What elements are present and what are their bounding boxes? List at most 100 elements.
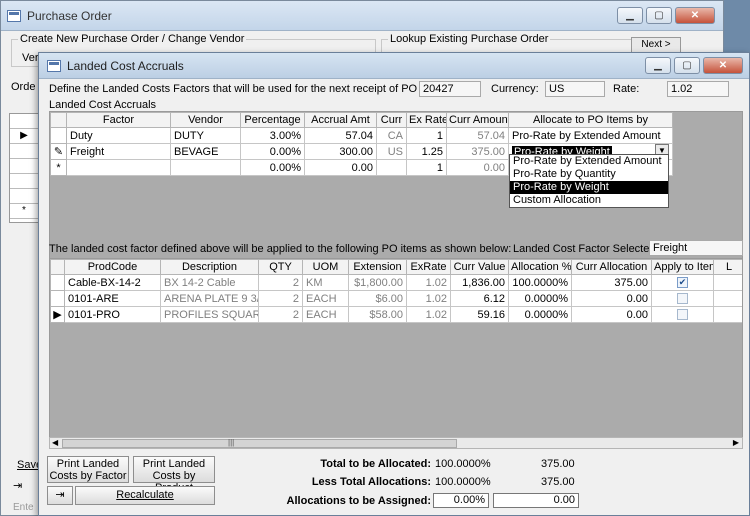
vendor-field[interactable]: Ver (22, 52, 39, 64)
minimize-icon[interactable]: ▁ (645, 57, 671, 74)
row-selector[interactable] (50, 274, 65, 291)
col-percentage[interactable]: Percentage (240, 112, 305, 128)
col-curr-value[interactable]: Curr Value (450, 259, 509, 275)
dropdown-option[interactable]: Custom Allocation (510, 194, 668, 207)
col-uom[interactable]: UOM (302, 259, 349, 275)
po-grid-marker[interactable] (10, 189, 38, 204)
col-l[interactable]: L (713, 259, 742, 275)
table-row[interactable]: Duty DUTY 3.00% 57.04 CA 1 57.04 Pro-Rat… (50, 127, 673, 144)
scrollbar-grip-icon: ||| (228, 438, 235, 447)
print-by-product-button[interactable]: Print Landed Costs by Product (133, 456, 215, 494)
po-grid-marker[interactable] (10, 174, 38, 189)
next-button[interactable]: Next > (631, 37, 681, 53)
percentage-cell[interactable]: 3.00% (240, 127, 305, 144)
col-qty[interactable]: QTY (258, 259, 303, 275)
col-extension[interactable]: Extension (348, 259, 407, 275)
po-grid-marker[interactable] (10, 114, 38, 129)
apply-checkbox-cell[interactable] (651, 306, 714, 323)
define-text: Define the Landed Costs Factors that wil… (49, 83, 463, 95)
ex-rate-cell[interactable]: 1 (406, 159, 447, 176)
po-grid-marker[interactable]: * (10, 204, 38, 219)
apply-checkbox-checked[interactable]: ✔ (677, 277, 688, 289)
apply-checkbox-cell[interactable]: ✔ (651, 274, 714, 291)
less-label: Less Total Allocations: (311, 476, 431, 488)
apply-checkbox[interactable] (677, 309, 688, 321)
curr-value-cell: 6.12 (450, 290, 509, 307)
vendor-cell[interactable]: DUTY (170, 127, 241, 144)
col-allocate[interactable]: Allocate to PO Items by (508, 112, 673, 128)
enter-field[interactable]: Ente (13, 502, 34, 513)
scrollbar-thumb[interactable] (62, 439, 457, 448)
l-cell (713, 274, 742, 291)
prodcode-cell: 0101-ARE (64, 290, 161, 307)
col-exrate[interactable]: ExRate (406, 259, 451, 275)
apply-checkbox[interactable] (677, 293, 688, 305)
dropdown-option-selected[interactable]: Pro-Rate by Weight (510, 181, 668, 194)
accrual-amt-cell[interactable]: 0.00 (304, 159, 377, 176)
table-row[interactable]: Cable-BX-14-2 BX 14-2 Cable 2 KM $1,800.… (50, 274, 742, 291)
scroll-left-icon[interactable]: ◀ (52, 438, 58, 447)
percentage-cell[interactable]: 0.00% (240, 159, 305, 176)
total-label: Total to be Allocated: (320, 458, 431, 470)
exit-icon[interactable]: ⇥ (47, 486, 73, 505)
accrual-amt-cell[interactable]: 57.04 (304, 127, 377, 144)
factor-cell[interactable]: Freight (66, 143, 171, 160)
table-row-current[interactable]: ▶ 0101-PRO PROFILES SQUARE PL 2 EACH $58… (50, 306, 742, 323)
rate-label: Rate: (613, 83, 640, 95)
table-row[interactable]: 0101-ARE ARENA PLATE 9 3/8" 2 EACH $6.00… (50, 290, 742, 307)
col-curr-allocation[interactable]: Curr Allocation (571, 259, 652, 275)
allocate-cell[interactable]: Pro-Rate by Extended Amount (508, 127, 673, 144)
exit-icon[interactable]: ⇥ (13, 479, 33, 495)
col-curr[interactable]: Curr (376, 112, 407, 128)
factor-selected-field: Freight (649, 240, 743, 256)
uom-cell: KM (302, 274, 349, 291)
factor-cell[interactable] (66, 159, 171, 176)
accrual-amt-cell[interactable]: 300.00 (304, 143, 377, 160)
extension-cell: $1,800.00 (348, 274, 407, 291)
vendor-cell[interactable]: BEVAGE (170, 143, 241, 160)
po-grid-marker[interactable] (10, 159, 38, 174)
close-icon[interactable]: ✕ (675, 7, 715, 24)
col-accrual-amt[interactable]: Accrual Amt (304, 112, 377, 128)
description-cell: BX 14-2 Cable (160, 274, 259, 291)
col-factor[interactable]: Factor (66, 112, 171, 128)
recalculate-button[interactable]: Recalculate (75, 486, 215, 505)
po-grid-marker[interactable]: ▶ (10, 129, 38, 144)
lookup-po-label: Lookup Existing Purchase Order (388, 33, 551, 45)
col-prodcode[interactable]: ProdCode (64, 259, 161, 275)
current-row-arrow-icon[interactable]: ▶ (50, 306, 65, 323)
curr-cell[interactable]: CA (376, 127, 407, 144)
scroll-right-icon[interactable]: ▶ (733, 438, 739, 447)
vendor-cell[interactable] (170, 159, 241, 176)
percentage-cell[interactable]: 0.00% (240, 143, 305, 160)
edit-pencil-icon[interactable]: ✎ (50, 143, 67, 160)
curr-cell[interactable]: US (376, 143, 407, 160)
ex-rate-cell[interactable]: 1.25 (406, 143, 447, 160)
col-apply[interactable]: Apply to Item? (651, 259, 714, 275)
col-allocation-pct[interactable]: Allocation % (508, 259, 572, 275)
col-vendor[interactable]: Vendor (170, 112, 241, 128)
print-by-factor-button[interactable]: Print Landed Costs by Factor (47, 456, 129, 483)
factor-cell[interactable]: Duty (66, 127, 171, 144)
col-ex-rate[interactable]: Ex Rate (406, 112, 447, 128)
total-amt: 375.00 (541, 458, 575, 470)
new-row-marker[interactable]: * (50, 159, 67, 176)
factor-selected-label: Landed Cost Factor Selected: (513, 243, 659, 255)
close-icon[interactable]: ✕ (703, 57, 743, 74)
dropdown-option[interactable]: Pro-Rate by Quantity (510, 168, 668, 181)
qty-cell: 2 (258, 306, 303, 323)
row-selector[interactable] (50, 290, 65, 307)
po-grid-marker[interactable] (10, 144, 38, 159)
maximize-icon[interactable]: ▢ (646, 7, 672, 24)
apply-checkbox-cell[interactable] (651, 290, 714, 307)
maximize-icon[interactable]: ▢ (674, 57, 700, 74)
col-description[interactable]: Description (160, 259, 259, 275)
minimize-icon[interactable]: ▁ (617, 7, 643, 24)
curr-cell[interactable] (376, 159, 407, 176)
total-pct: 100.0000% (435, 458, 491, 470)
dropdown-option[interactable]: Pro-Rate by Extended Amount (510, 155, 668, 168)
col-curr-amount[interactable]: Curr Amount (446, 112, 509, 128)
row-selector[interactable] (50, 127, 67, 144)
horizontal-scrollbar[interactable]: ◀ ||| ▶ (49, 437, 743, 449)
ex-rate-cell[interactable]: 1 (406, 127, 447, 144)
